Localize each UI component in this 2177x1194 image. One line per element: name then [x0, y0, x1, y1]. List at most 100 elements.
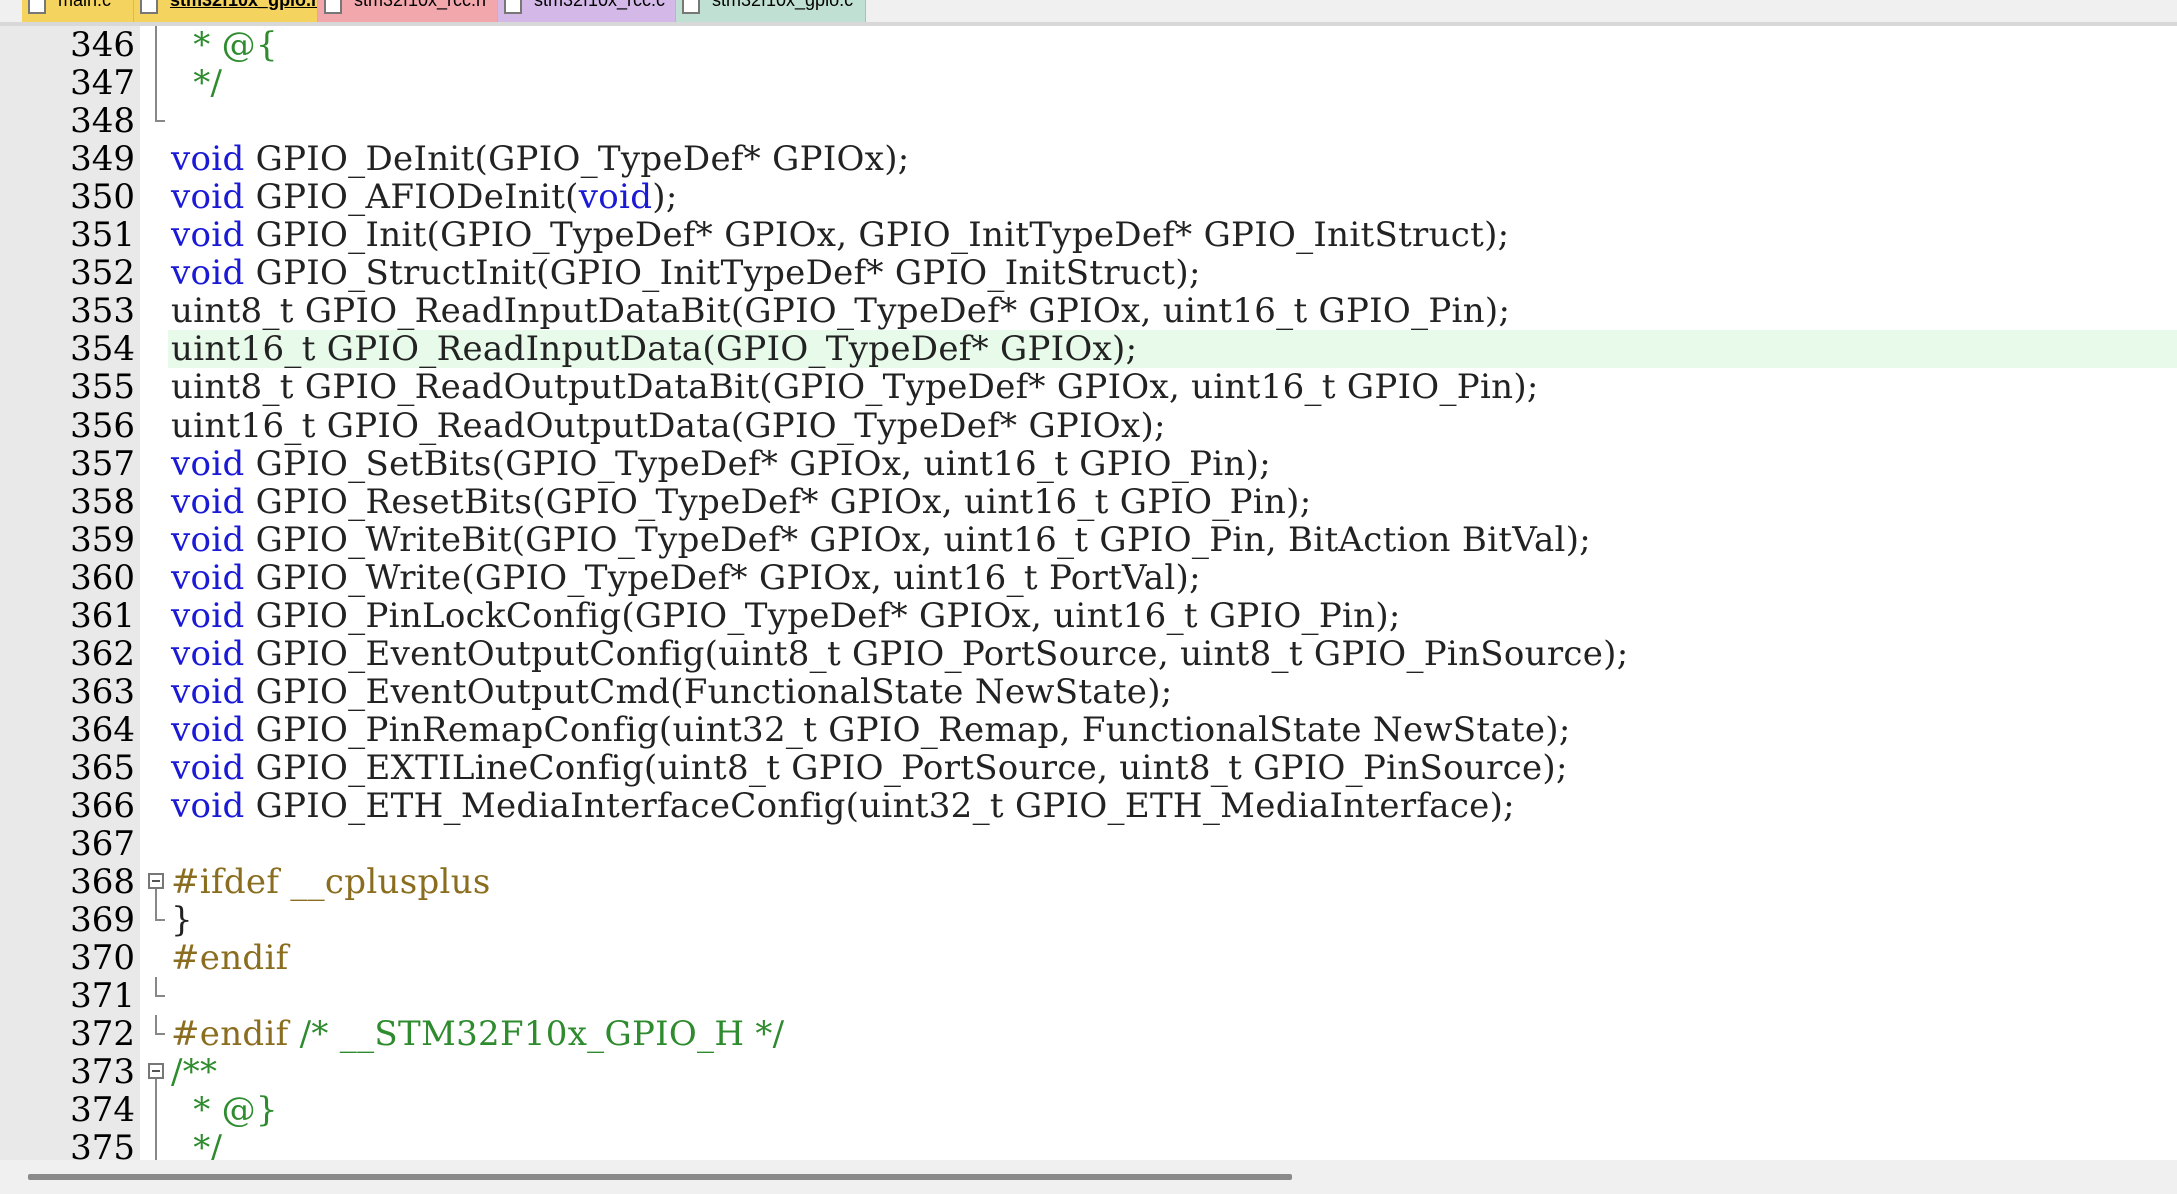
code-token: } — [171, 900, 193, 941]
code-line: 358 void GPIO_ResetBits(GPIO_TypeDef* GPI… — [0, 483, 2177, 521]
code-text[interactable]: */ — [171, 1129, 222, 1160]
line-number: 363 — [70, 671, 135, 712]
line-number: 353 — [70, 291, 135, 332]
tab-stm32f10x-gpio-c[interactable]: stm32f10x_gpio.c — [676, 0, 866, 22]
keyword-token: void — [171, 481, 245, 522]
code-text[interactable]: void GPIO_Init(GPIO_TypeDef* GPIOx, GPIO… — [171, 216, 1509, 254]
tab-stm32f10x-rcc-c[interactable]: stm32f10x_rcc.c — [498, 0, 676, 22]
line-number: 373 — [70, 1052, 135, 1093]
keyword-token: void — [171, 747, 245, 788]
horizontal-scrollbar[interactable] — [0, 1160, 2177, 1194]
line-number: 372 — [70, 1014, 135, 1055]
code-token: GPIO_StructInit(GPIO_InitTypeDef* GPIO_I… — [244, 253, 1201, 294]
code-line: 373 /** — [0, 1052, 2177, 1093]
line-number: 352 — [70, 253, 135, 294]
code-text[interactable]: void GPIO_EventOutputConfig(uint8_t GPIO… — [171, 635, 1629, 673]
code-token: uint16_t GPIO_ReadOutputData(GPIO_TypeDe… — [171, 405, 1166, 446]
code-text[interactable]: void GPIO_ETH_MediaInterfaceConfig(uint3… — [171, 787, 1515, 825]
code-text[interactable]: uint8_t GPIO_ReadInputDataBit(GPIO_TypeD… — [171, 292, 1510, 330]
code-line: 374 * @} — [0, 1091, 2177, 1130]
file-icon — [28, 0, 46, 14]
code-line: 357 void GPIO_SetBits(GPIO_TypeDef* GPIOx… — [0, 445, 2177, 483]
code-text[interactable]: } — [171, 901, 193, 939]
keyword-token: void — [171, 633, 245, 674]
code-token: GPIO_EventOutputConfig(uint8_t GPIO_Port… — [244, 633, 1629, 674]
code-line: 352 void GPIO_StructInit(GPIO_InitTypeDef… — [0, 254, 2177, 292]
code-text[interactable]: * @{ — [171, 26, 278, 64]
code-editor[interactable]: 346 * @{347 */348 349 void GPIO_DeInit(GPI… — [0, 26, 2177, 1160]
code-text[interactable]: #endif — [171, 939, 289, 977]
code-token: GPIO_PinRemapConfig(uint32_t GPIO_Remap,… — [244, 709, 1571, 750]
fold-guide-line — [147, 26, 165, 64]
code-text[interactable]: void GPIO_ResetBits(GPIO_TypeDef* GPIOx,… — [171, 483, 1311, 521]
fold-toggle-icon[interactable] — [147, 863, 165, 902]
code-line: 371 — [0, 977, 2177, 1015]
code-text[interactable]: void GPIO_EXTILineConfig(uint8_t GPIO_Po… — [171, 749, 1568, 787]
file-icon — [140, 0, 158, 14]
line-number: 362 — [70, 633, 135, 674]
comment-token: * @{ — [171, 26, 278, 65]
tab-stm32f10x-gpio-h[interactable]: stm32f10x_gpio.h — [134, 0, 318, 22]
line-number: 366 — [70, 786, 135, 826]
collapse-minus-icon[interactable] — [148, 1063, 164, 1080]
tab-main-c[interactable]: main.c — [22, 0, 134, 22]
comment-token: */ — [171, 1128, 223, 1160]
code-line: 363 void GPIO_EventOutputCmd(FunctionalSt… — [0, 673, 2177, 711]
fold-end-marker — [147, 1015, 165, 1053]
code-text[interactable]: uint16_t GPIO_ReadInputData(GPIO_TypeDef… — [171, 330, 1137, 368]
file-icon — [682, 0, 700, 14]
horizontal-scrollbar-thumb[interactable] — [28, 1174, 1292, 1180]
keyword-token: void — [171, 519, 245, 560]
code-text[interactable]: void GPIO_DeInit(GPIO_TypeDef* GPIOx); — [171, 140, 910, 178]
code-line: 359 void GPIO_WriteBit(GPIO_TypeDef* GPIO… — [0, 521, 2177, 559]
file-icon — [504, 0, 522, 14]
fold-toggle-icon[interactable] — [147, 1053, 165, 1092]
code-text[interactable]: * @} — [171, 1091, 278, 1129]
code-text[interactable]: void GPIO_WriteBit(GPIO_TypeDef* GPIOx, … — [171, 521, 1591, 559]
tab-label: main.c — [58, 0, 112, 10]
keyword-token: void — [171, 595, 245, 636]
code-line: 354 uint16_t GPIO_ReadInputData(GPIO_Type… — [0, 330, 2177, 369]
code-text[interactable]: */ — [171, 64, 222, 102]
keyword-token: void — [171, 215, 245, 256]
line-number: 360 — [70, 557, 135, 598]
code-line: 356 uint16_t GPIO_ReadOutputData(GPIO_Typ… — [0, 407, 2177, 445]
code-text[interactable]: void GPIO_Write(GPIO_TypeDef* GPIOx, uin… — [171, 559, 1201, 597]
code-text[interactable]: void GPIO_StructInit(GPIO_InitTypeDef* G… — [171, 254, 1201, 292]
code-text[interactable]: void GPIO_PinLockConfig(GPIO_TypeDef* GP… — [171, 597, 1401, 635]
code-line: 355 uint8_t GPIO_ReadOutputDataBit(GPIO_T… — [0, 368, 2177, 406]
keyword-token: void — [171, 557, 245, 598]
line-number: 355 — [70, 367, 135, 408]
code-text[interactable]: #ifdef __cplusplus — [171, 863, 491, 901]
comment-token: * @} — [171, 1090, 278, 1131]
code-text[interactable]: void GPIO_PinRemapConfig(uint32_t GPIO_R… — [171, 711, 1571, 749]
line-number: 351 — [70, 215, 135, 256]
code-text[interactable]: void GPIO_EventOutputCmd(FunctionalState… — [171, 673, 1173, 711]
code-text[interactable]: uint8_t GPIO_ReadOutputDataBit(GPIO_Type… — [171, 368, 1539, 406]
collapse-minus-icon[interactable] — [148, 873, 164, 890]
code-token: GPIO_PinLockConfig(GPIO_TypeDef* GPIOx, … — [244, 595, 1401, 636]
keyword-token: void — [578, 177, 653, 218]
file-icon — [324, 0, 342, 14]
code-text[interactable]: uint16_t GPIO_ReadOutputData(GPIO_TypeDe… — [171, 407, 1166, 445]
code-line: 366 void GPIO_ETH_MediaInterfaceConfig(ui… — [0, 787, 2177, 825]
code-text[interactable]: /** — [171, 1053, 217, 1091]
fold-end-marker — [147, 901, 165, 939]
line-number: 375 — [70, 1128, 135, 1160]
code-line: 351 void GPIO_Init(GPIO_TypeDef* GPIOx, G… — [0, 216, 2177, 254]
line-number: 361 — [70, 595, 135, 636]
fold-guide-line — [147, 1129, 165, 1160]
code-text[interactable]: void GPIO_SetBits(GPIO_TypeDef* GPIOx, u… — [171, 445, 1271, 483]
tab-stm32f10x-rcc-h[interactable]: stm32f10x_rcc.h — [318, 0, 498, 22]
code-text[interactable]: void GPIO_AFIODeInit(void); — [171, 178, 678, 216]
keyword-token: void — [171, 253, 245, 294]
comment-token: /* __STM32F10x_GPIO_H */ — [299, 1014, 785, 1055]
line-number: 349 — [70, 139, 135, 180]
code-line: 353 uint8_t GPIO_ReadInputDataBit(GPIO_Ty… — [0, 292, 2177, 330]
code-text[interactable]: #endif /* __STM32F10x_GPIO_H */ — [171, 1015, 784, 1053]
keyword-token: void — [171, 786, 245, 826]
line-number: 346 — [70, 26, 135, 65]
code-token: GPIO_EXTILineConfig(uint8_t GPIO_PortSou… — [244, 747, 1568, 788]
code-line: 372 #endif /* __STM32F10x_GPIO_H */ — [0, 1015, 2177, 1053]
tab-label: stm32f10x_gpio.c — [712, 0, 854, 10]
